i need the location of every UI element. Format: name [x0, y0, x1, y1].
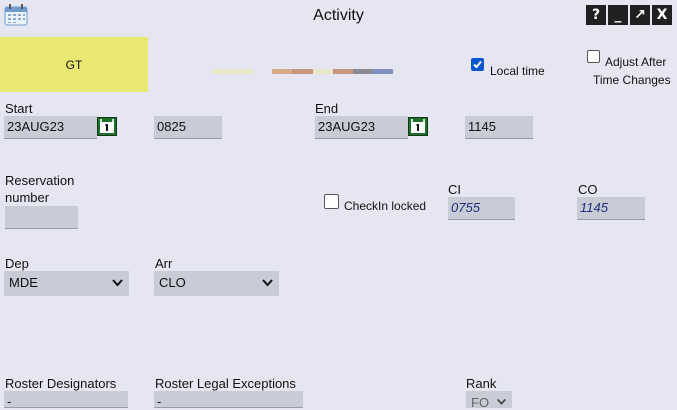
timeline-stripe-2 — [272, 69, 292, 74]
start-date-input[interactable]: 23AUG23 — [4, 116, 97, 139]
start-label: Start — [5, 101, 33, 116]
roster-legal-exceptions-label: Roster Legal Exceptions — [155, 376, 296, 391]
roster-designators-label: Roster Designators — [5, 376, 117, 391]
dep-select[interactable]: MDE — [4, 271, 129, 296]
rank-select[interactable]: FO — [466, 391, 512, 410]
adjust-label-line2: Time Changes — [593, 73, 671, 87]
reservation-number-input[interactable] — [5, 206, 78, 229]
arr-value: CLO — [159, 275, 186, 290]
local-time-checkbox[interactable] — [471, 58, 484, 71]
activity-code-box[interactable]: GT — [0, 37, 148, 92]
chevron-down-icon — [262, 279, 273, 287]
arr-label: Arr — [155, 256, 173, 271]
rank-label: Rank — [466, 376, 497, 391]
co-label: CO — [578, 182, 598, 197]
adjust-after-time-changes-checkbox[interactable] — [587, 50, 600, 63]
dep-label: Dep — [5, 256, 29, 271]
end-label: End — [315, 101, 339, 116]
minimize-button[interactable]: _ — [608, 5, 628, 25]
adjust-label-line1: Adjust After — [605, 55, 667, 69]
co-value: 1145 — [577, 197, 645, 220]
reservation-label-line1: Reservation — [5, 173, 75, 188]
chevron-down-icon — [497, 398, 506, 405]
window-title: Activity — [313, 7, 364, 24]
restore-button[interactable]: ↗ — [630, 5, 650, 25]
help-button[interactable]: ? — [586, 5, 606, 25]
ci-value: 0755 — [448, 197, 515, 220]
start-calendar-icon[interactable] — [97, 117, 117, 136]
chevron-down-icon — [112, 279, 123, 287]
arr-select[interactable]: CLO — [154, 271, 279, 296]
roster-designators-input[interactable]: - — [4, 391, 128, 409]
timeline-stripe-6 — [353, 69, 373, 74]
roster-legal-exceptions-input[interactable]: - — [154, 391, 303, 409]
timeline-stripe-1 — [212, 69, 253, 74]
start-time-input[interactable]: 0825 — [154, 116, 222, 139]
close-icon: X — [656, 7, 668, 23]
minimize-icon: _ — [614, 7, 622, 23]
timeline-stripe-4 — [313, 69, 333, 74]
end-time-input[interactable]: 1145 — [465, 116, 533, 139]
check-icon — [473, 60, 482, 69]
timeline-stripe-7 — [373, 69, 393, 74]
help-icon: ? — [591, 7, 601, 23]
end-calendar-icon[interactable] — [408, 117, 428, 136]
activity-code: GT — [65, 57, 83, 72]
ci-label: CI — [448, 182, 461, 197]
timeline-stripe-5 — [333, 69, 353, 74]
reservation-label-line2: number — [5, 190, 50, 205]
local-time-label: Local time — [490, 64, 545, 78]
end-date-input[interactable]: 23AUG23 — [315, 116, 408, 139]
close-button[interactable]: X — [652, 5, 672, 25]
dep-value: MDE — [9, 275, 38, 290]
checkin-locked-checkbox[interactable] — [324, 194, 339, 209]
timeline-stripe-3 — [292, 69, 313, 74]
restore-icon: ↗ — [634, 7, 646, 23]
checkin-locked-label: CheckIn locked — [344, 199, 427, 213]
